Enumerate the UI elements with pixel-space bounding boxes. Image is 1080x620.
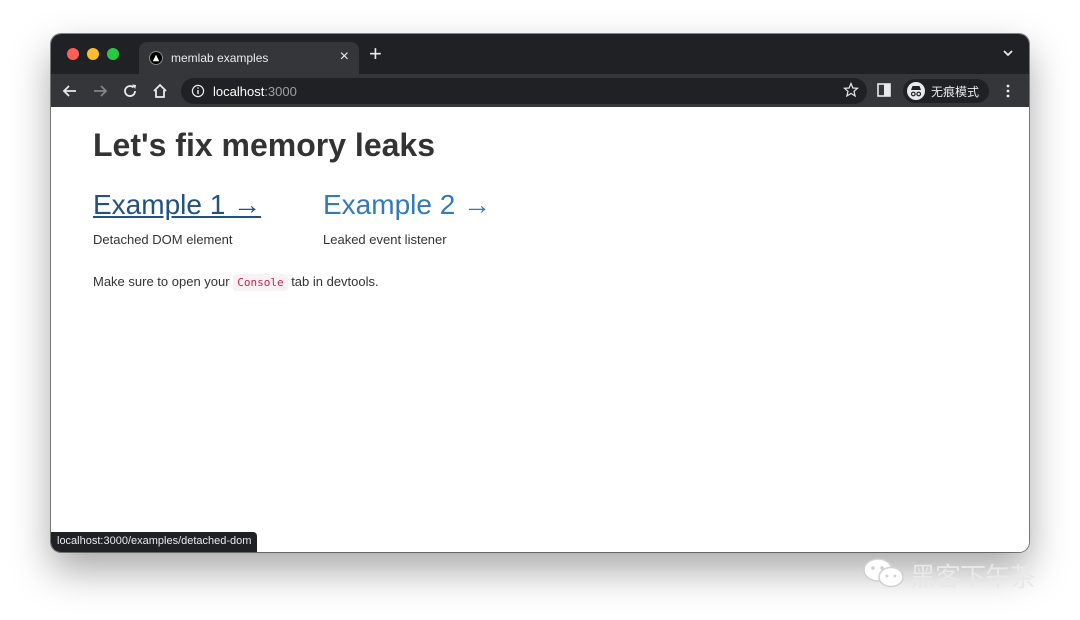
tab-strip: memlab examples × + [51,34,1029,74]
incognito-badge[interactable]: 无痕模式 [903,79,989,103]
back-button[interactable] [59,80,81,102]
note-text-after: tab in devtools. [291,274,379,289]
url-port: :3000 [264,84,297,99]
bookmark-star-icon[interactable] [843,82,859,98]
chevron-down-icon[interactable] [1001,46,1015,60]
page-content: Let's fix memory leaks Example 1 → Examp… [51,107,1029,552]
browser-toolbar: localhost:3000 无痕模式 [51,74,1029,107]
tab-memlab-examples[interactable]: memlab examples × [139,42,359,74]
minimize-window-button[interactable] [87,48,99,60]
side-panel-icon[interactable] [877,83,891,97]
arrow-right-icon [94,85,108,97]
url-text: localhost:3000 [213,84,297,99]
reload-icon [124,84,136,97]
home-button[interactable] [149,80,171,102]
incognito-label: 无痕模式 [931,85,980,99]
more-menu-icon[interactable] [1001,83,1015,99]
example-2-link[interactable]: Example 2 → [323,189,491,221]
forward-button[interactable] [89,80,111,102]
tab-close-icon[interactable]: × [340,48,349,66]
incognito-icon [907,82,925,100]
address-bar[interactable]: localhost:3000 [181,78,867,104]
console-code: Console [233,274,288,291]
maximize-window-button[interactable] [107,48,119,60]
browser-window: memlab examples × + localhost:3000 无痕模式 … [51,34,1029,552]
url-host: localhost [213,84,265,99]
tab-title: memlab examples [171,51,269,65]
note-text-before: Make sure to open your [93,274,230,289]
watermark-text: 黑客下午茶 [910,563,1036,593]
page-title: Let's fix memory leaks [93,127,435,163]
info-icon[interactable] [191,84,205,98]
home-icon [153,83,167,98]
status-bar-url: localhost:3000/examples/detached-dom [51,532,258,552]
triangle-logo-icon [149,51,163,65]
close-window-button[interactable] [67,48,79,60]
new-tab-button[interactable]: + [369,43,382,65]
example-1-description: Detached DOM element [93,232,233,247]
example-2-description: Leaked event listener [323,232,447,247]
devtools-note: Make sure to open your Console tab in de… [93,274,379,291]
example-1-link[interactable]: Example 1 → [93,189,261,221]
reload-button[interactable] [119,80,141,102]
arrow-left-icon [62,85,76,97]
wechat-icon [863,558,904,588]
